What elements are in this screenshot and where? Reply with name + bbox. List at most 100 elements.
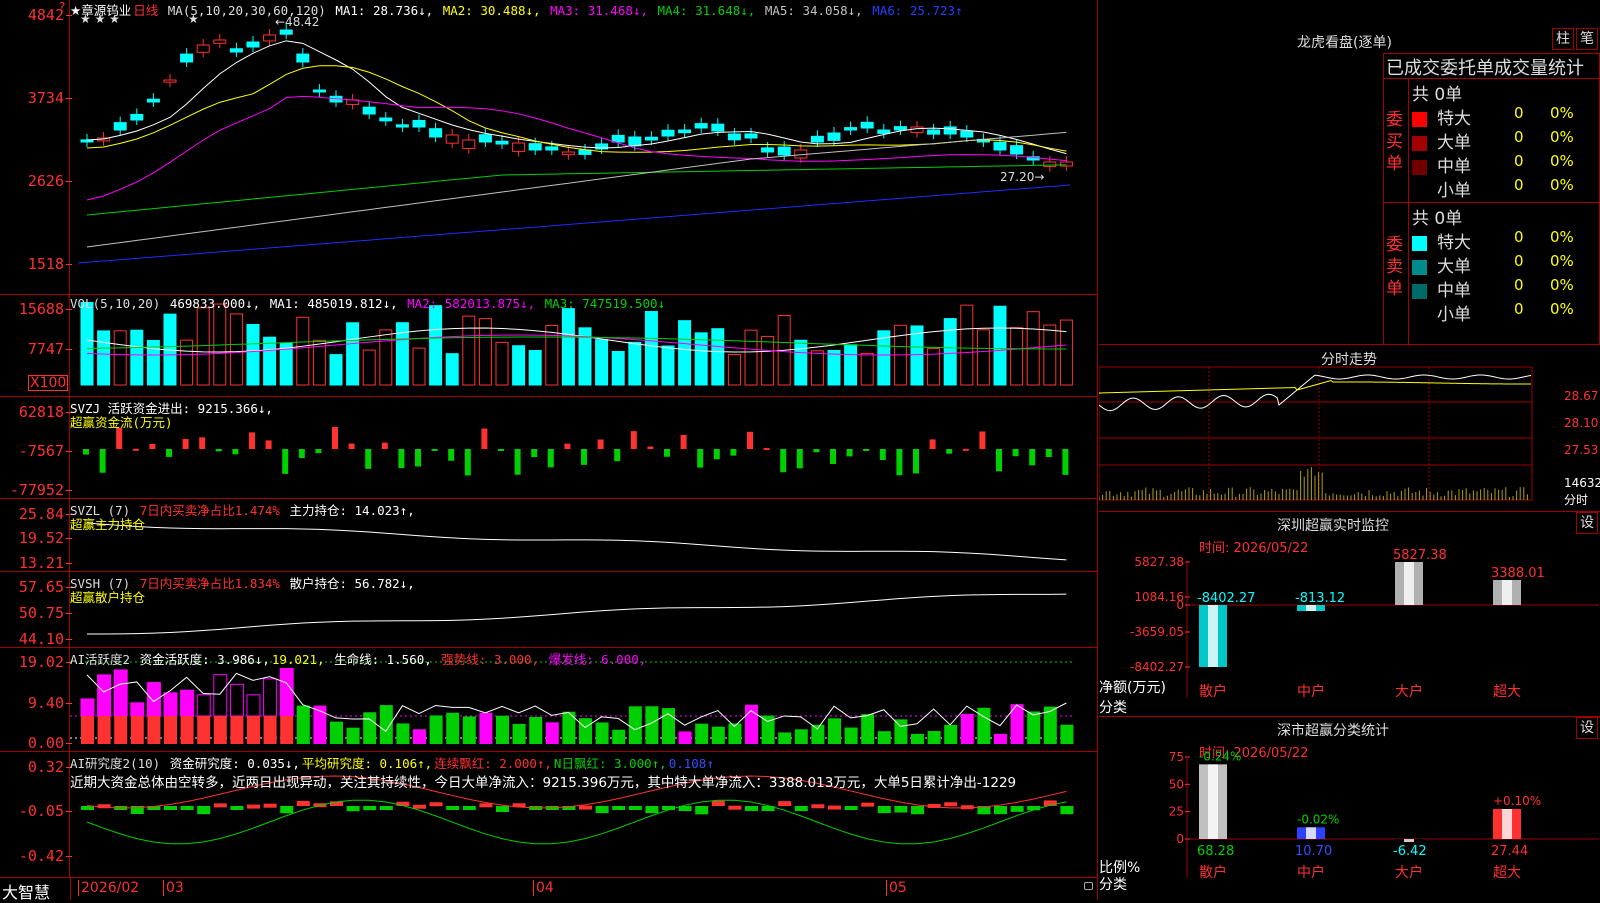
activity-bar bbox=[994, 733, 1007, 744]
change-label: +0.10% bbox=[1493, 794, 1541, 808]
activity-bar bbox=[396, 723, 410, 744]
flow-bar bbox=[979, 431, 986, 449]
sz-stats-panel[interactable]: 深市超赢分类统计 设 时间: 2026/05/22 75 50 25 0 68.28 散户… bbox=[1099, 717, 1600, 900]
research-bar bbox=[213, 803, 227, 808]
flow-bar bbox=[215, 449, 222, 452]
bar-highlight bbox=[1208, 764, 1218, 839]
research-bar bbox=[180, 806, 194, 810]
candle bbox=[844, 127, 858, 131]
volume-bar bbox=[595, 339, 609, 386]
research-bar bbox=[745, 806, 758, 811]
ma5-line bbox=[86, 131, 1067, 248]
candle bbox=[180, 53, 194, 63]
activity-bar bbox=[263, 716, 277, 744]
activity-bar bbox=[778, 732, 792, 744]
flow-bar bbox=[581, 449, 587, 465]
value-label: 10.70 bbox=[1295, 844, 1332, 859]
order-row: 小单 0 0% bbox=[1412, 176, 1600, 201]
activity-bar bbox=[579, 718, 592, 744]
activity-bar bbox=[595, 722, 609, 744]
volume-bar bbox=[512, 345, 526, 386]
ai2-v5: 0.108↑ bbox=[668, 756, 714, 771]
order-percent: 0% bbox=[1550, 176, 1574, 194]
svzj-subtitle: 超赢资金流(万元) bbox=[70, 415, 173, 430]
candle bbox=[744, 133, 758, 139]
research-bar bbox=[612, 806, 626, 810]
activity-bar bbox=[496, 715, 509, 744]
flow-bar bbox=[614, 449, 621, 462]
order-row: 中单 0 0% bbox=[1412, 276, 1600, 301]
bar-view-button[interactable]: 柱 bbox=[1552, 28, 1574, 50]
flow-bar bbox=[481, 428, 488, 449]
activity-bar bbox=[628, 706, 642, 744]
volume-bar bbox=[196, 307, 210, 386]
tick-view-button[interactable]: 笔 bbox=[1576, 28, 1598, 50]
candle bbox=[196, 44, 210, 53]
research-bar bbox=[296, 800, 310, 806]
order-stats-title: 已成交委托单成交量统计 bbox=[1386, 58, 1584, 79]
volume-bar bbox=[976, 329, 990, 386]
candle bbox=[130, 113, 144, 121]
order-type: 特大 bbox=[1437, 109, 1471, 129]
activity-bar bbox=[512, 723, 526, 744]
research-bar bbox=[794, 806, 808, 812]
intraday-panel[interactable]: 分时走势 28.67 28.10 27.53 14632 分时 bbox=[1099, 345, 1600, 512]
activity-bar bbox=[927, 731, 941, 744]
sz-monitor-panel[interactable]: 深圳超赢实时监控 设 时间: 2026/05/22 5827.38 1084.16… bbox=[1099, 512, 1600, 717]
activity-bar bbox=[213, 716, 227, 744]
ai-activity-pane[interactable]: 19.02 9.40 0.00 AI活跃度2 资金活跃度: 3.986↓, 19.… bbox=[0, 648, 1098, 752]
volume-bar bbox=[80, 301, 94, 386]
svzl-ratio: 7日内买卖净占比1.474% bbox=[139, 503, 280, 518]
candle bbox=[611, 134, 625, 143]
volume-bar bbox=[611, 350, 625, 386]
flow-bar bbox=[597, 439, 604, 449]
activity-bar bbox=[861, 714, 875, 744]
research-bar bbox=[346, 806, 360, 812]
brand-logo: 大智慧 bbox=[2, 883, 51, 902]
value-label: -6.42 bbox=[1393, 844, 1427, 859]
activity-bar bbox=[130, 716, 144, 744]
period-label: 日线 bbox=[133, 3, 159, 18]
order-row: 小单 0 0% bbox=[1412, 300, 1600, 325]
chart-area[interactable]: 4842 3734 2626 1518 ? ★章源钨业 日线 MA(5,10,20… bbox=[0, 0, 1098, 902]
flow-bar bbox=[846, 449, 853, 457]
intraday-avg-line bbox=[1099, 379, 1532, 394]
ma5-value: MA5: 34.058↓, bbox=[764, 3, 863, 18]
candle bbox=[910, 126, 924, 134]
svzj-pane[interactable]: 62818 -7567 -77952 SVZJ 活跃资金进出: 9215.366… bbox=[0, 397, 1098, 499]
order-type: 中单 bbox=[1437, 281, 1471, 301]
category-label: 超大 bbox=[1493, 865, 1521, 881]
candle bbox=[694, 123, 708, 129]
activity-bar bbox=[944, 724, 958, 744]
candle bbox=[727, 133, 741, 141]
volume-bar bbox=[761, 335, 775, 386]
flow-bar bbox=[962, 448, 969, 451]
buy-total: 共 0单 bbox=[1412, 85, 1463, 105]
volume-bar bbox=[545, 324, 559, 386]
flow-bar bbox=[630, 431, 637, 449]
activity-bar bbox=[877, 731, 891, 744]
candle bbox=[412, 119, 426, 128]
research-bar bbox=[844, 806, 858, 810]
activity-bar bbox=[346, 727, 360, 744]
volume-bar bbox=[462, 315, 476, 386]
flow-bar bbox=[315, 449, 322, 454]
intraday-tick: 27.53 bbox=[1564, 443, 1599, 457]
order-row: 特大 0 0% bbox=[1412, 228, 1600, 253]
research-bar bbox=[247, 804, 260, 809]
axis-tick: 0 bbox=[1176, 832, 1184, 846]
activity-bar bbox=[529, 716, 543, 744]
activity-bar bbox=[379, 705, 393, 744]
activity-bar bbox=[279, 668, 294, 717]
value-label: -8402.27 bbox=[1197, 591, 1255, 606]
price-pane[interactable]: 4842 3734 2626 1518 ? ★章源钨业 日线 MA(5,10,20… bbox=[0, 0, 1098, 295]
volume-pane[interactable]: 15688 7747 X100 VOL(5,10,20) 469833.000↓… bbox=[0, 295, 1098, 397]
flow-bar bbox=[780, 449, 787, 473]
time-label: 2026/02 bbox=[78, 880, 139, 896]
activity-bar bbox=[960, 713, 974, 744]
ai-research-pane[interactable]: 0.32 -0.05 -0.42 AI研究度2(10) 资金研究度: 0.035… bbox=[0, 752, 1098, 878]
svzl-pane[interactable]: 25.84 19.52 13.21 SVZL (7) 7日内买卖净占比1.474… bbox=[0, 499, 1098, 572]
candle bbox=[296, 53, 310, 63]
svsh-pane[interactable]: 57.65 50.75 44.10 SVSH (7) 7日内买卖净占比1.834… bbox=[0, 572, 1098, 648]
lock-icon[interactable] bbox=[1084, 882, 1093, 890]
